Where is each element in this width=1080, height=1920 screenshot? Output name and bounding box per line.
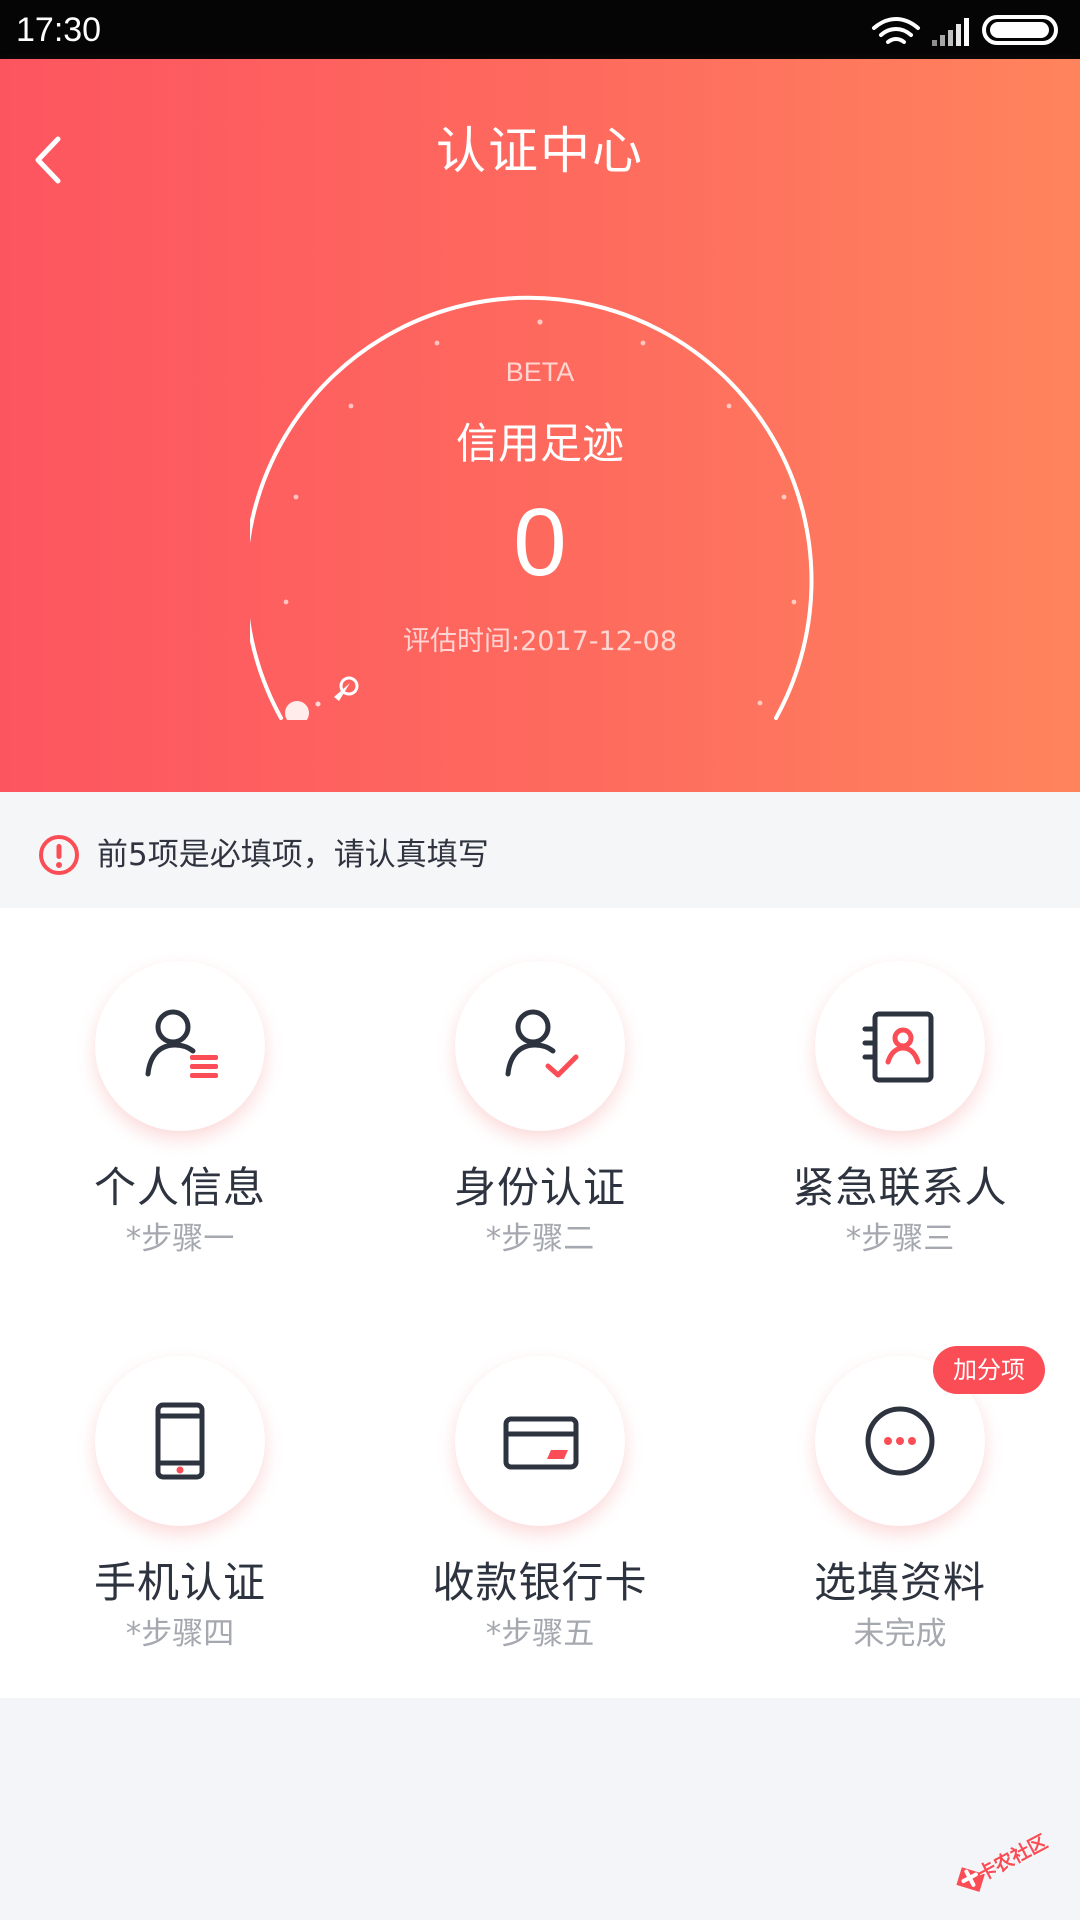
wifi-icon: [872, 17, 920, 44]
gauge-beta-label: BETA: [505, 357, 575, 387]
optional-info-status: 未完成: [853, 1616, 947, 1652]
personal-info-item[interactable]: 个人信息 *步骤一: [0, 908, 360, 1303]
identity-verification-icon-circle: [455, 961, 625, 1131]
phone-icon: [155, 1402, 205, 1480]
bank-card-icon: [503, 1416, 579, 1470]
gauge-pointer: [285, 676, 359, 720]
watermark: 卡农社区: [940, 1812, 1064, 1916]
phone-verification-icon-circle: [95, 1356, 265, 1526]
bonus-badge: 加分项: [933, 1346, 1045, 1394]
signal-icon: [932, 18, 969, 46]
credit-score: 0: [513, 489, 567, 596]
personal-info-title: 个人信息: [93, 1163, 266, 1212]
emergency-contact-step: *步骤三: [845, 1221, 955, 1257]
bank-card-title: 收款银行卡: [432, 1558, 648, 1607]
system-status-icons: [872, 15, 1058, 46]
status-icons: [868, 12, 1068, 48]
emergency-contact-title: 紧急联系人: [792, 1163, 1008, 1212]
contact-book-icon: [862, 1011, 934, 1083]
identity-verification-step: *步骤二: [485, 1221, 595, 1257]
identity-verification-item[interactable]: 身份认证 *步骤二: [360, 908, 720, 1303]
watermark-text: 卡农社区: [973, 1830, 1052, 1886]
personal-info-step: *步骤一: [125, 1221, 235, 1257]
identity-verification-title: 身份认证: [453, 1163, 626, 1212]
bank-card-item[interactable]: 收款银行卡 *步骤五: [360, 1303, 720, 1698]
personal-info-icon-circle: [95, 961, 265, 1131]
required-notice-text: 前5项是必填项，请认真填写: [97, 837, 489, 873]
user-list-icon: [145, 1009, 218, 1078]
bank-card-icon-circle: [455, 1356, 625, 1526]
optional-info-title: 选填资料: [813, 1558, 986, 1607]
more-dots-icon: [865, 1406, 935, 1476]
verification-grid: 个人信息 *步骤一 身份认证 *步骤二 紧急联系人 *步骤三 手机认证 *步骤四…: [0, 908, 1080, 1698]
gauge-title: 信用足迹: [455, 419, 624, 468]
phone-verification-item[interactable]: 手机认证 *步骤四: [0, 1303, 360, 1698]
emergency-contact-item[interactable]: 紧急联系人 *步骤三: [720, 908, 1080, 1303]
user-check-icon: [505, 1009, 579, 1078]
status-time: 17:30: [16, 11, 102, 49]
phone-verification-title: 手机认证: [93, 1558, 266, 1607]
alert-circle-icon: [39, 835, 79, 875]
battery-icon: [982, 15, 1058, 45]
status-bar: 17:30: [0, 0, 1080, 59]
bank-card-step: *步骤五: [485, 1616, 595, 1652]
evaluation-date: 评估时间:2017-12-08: [402, 626, 677, 657]
emergency-contact-icon-circle: [815, 961, 985, 1131]
phone-verification-step: *步骤四: [125, 1616, 235, 1652]
page-title: 认证中心: [436, 122, 644, 180]
